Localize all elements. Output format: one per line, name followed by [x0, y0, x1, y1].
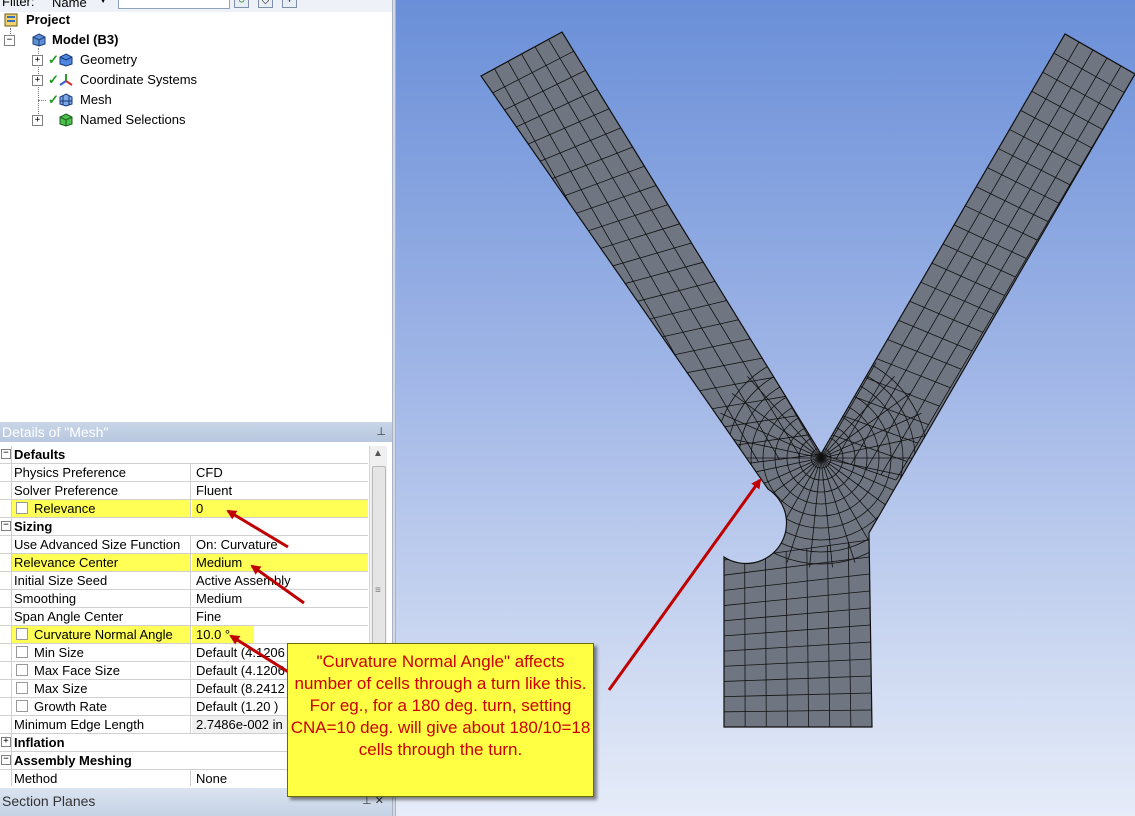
collapse-icon[interactable]: −	[1, 521, 11, 531]
row-label-text: Max Size	[34, 681, 88, 696]
parameter-checkbox[interactable]	[16, 628, 28, 640]
row-label: Relevance	[11, 500, 191, 517]
filter-search-input[interactable]	[118, 0, 230, 9]
row-label: Max Size	[11, 680, 191, 697]
checkmark-icon: ✓	[48, 52, 59, 67]
tree-label-model: Model (B3)	[52, 32, 119, 47]
row-label: Min Size	[11, 644, 191, 661]
checkmark-icon: ✓	[48, 72, 59, 87]
row-label: Relevance Center	[11, 554, 191, 571]
section-defaults[interactable]: − Defaults	[0, 446, 368, 464]
checkmark-icon: ✓	[48, 92, 59, 107]
pin-icon[interactable]: ⊥	[376, 422, 386, 442]
row-value[interactable]: Medium	[192, 554, 368, 571]
grip-icon: ≡	[375, 585, 381, 596]
row-value[interactable]: CFD	[192, 464, 368, 481]
row-label-text: Min Size	[34, 645, 84, 660]
collapse-tree-icon[interactable]: ◇	[258, 0, 273, 8]
expand-icon[interactable]: +	[32, 55, 43, 66]
annotation-callout: "Curvature Normal Angle" affects number …	[287, 643, 594, 797]
parameter-checkbox[interactable]	[16, 700, 28, 712]
row-solver-preference[interactable]: Solver Preference Fluent	[0, 482, 368, 500]
row-label: Growth Rate	[11, 698, 191, 715]
row-value[interactable]: Fine	[192, 608, 368, 625]
row-label: Initial Size Seed	[11, 572, 191, 589]
row-value[interactable]: 10.0 °	[192, 626, 254, 643]
row-label: Use Advanced Size Function	[11, 536, 191, 553]
row-label-text: Growth Rate	[34, 699, 107, 714]
row-label-text: Max Face Size	[34, 663, 120, 678]
row-physics-preference[interactable]: Physics Preference CFD	[0, 464, 368, 482]
row-label: Span Angle Center	[11, 608, 191, 625]
parameter-checkbox[interactable]	[16, 664, 28, 676]
parameter-checkbox[interactable]	[16, 682, 28, 694]
project-icon	[4, 13, 18, 27]
row-smoothing[interactable]: Smoothing Medium	[0, 590, 368, 608]
row-label: Curvature Normal Angle	[11, 626, 191, 643]
parameter-checkbox[interactable]	[16, 502, 28, 514]
row-label: Solver Preference	[11, 482, 191, 499]
row-use-advanced-size-function[interactable]: Use Advanced Size Function On: Curvature	[0, 536, 368, 554]
expand-tree-icon[interactable]: +	[282, 0, 297, 8]
scroll-up-icon[interactable]: ▲	[373, 448, 383, 459]
expand-icon[interactable]: +	[32, 115, 43, 126]
row-value[interactable]: Fluent	[192, 482, 368, 499]
section-label: Assembly Meshing	[11, 752, 311, 769]
geometry-icon	[59, 53, 73, 67]
callout-text: "Curvature Normal Angle" affects number …	[290, 652, 591, 759]
details-title: Details of "Mesh"	[2, 424, 109, 440]
named-selections-icon	[59, 113, 73, 127]
row-label-text: Curvature Normal Angle	[34, 627, 173, 642]
section-label: Sizing	[11, 518, 311, 535]
filter-type-dropdown[interactable]: Name ▼	[52, 0, 110, 10]
row-value[interactable]: 0	[192, 500, 368, 517]
collapse-icon[interactable]: −	[1, 755, 11, 765]
row-label: Minimum Edge Length	[11, 716, 191, 733]
refresh-icon[interactable]: ↻	[234, 0, 249, 8]
row-value[interactable]: Medium	[192, 590, 368, 607]
row-value[interactable]: On: Curvature	[192, 536, 368, 553]
row-label: Method	[11, 770, 191, 786]
row-relevance-center[interactable]: Relevance Center Medium	[0, 554, 368, 572]
parameter-checkbox[interactable]	[16, 646, 28, 658]
section-planes-title: Section Planes	[2, 793, 96, 809]
row-span-angle-center[interactable]: Span Angle Center Fine	[0, 608, 368, 626]
row-label: Smoothing	[11, 590, 191, 607]
expand-icon[interactable]: +	[32, 75, 43, 86]
details-panel-header: Details of "Mesh" ⊥	[0, 422, 392, 442]
tree-label-project: Project	[26, 12, 71, 27]
expand-icon[interactable]: +	[1, 737, 11, 747]
row-label-text: Relevance	[34, 501, 96, 516]
tree-label-coordinate-systems: Coordinate Systems	[80, 72, 198, 87]
tree-label-mesh: Mesh	[80, 92, 112, 107]
filter-label: Filter:	[2, 0, 35, 9]
tree-label-geometry: Geometry	[80, 52, 138, 67]
collapse-icon[interactable]: −	[4, 35, 15, 46]
section-label: Defaults	[11, 446, 311, 463]
row-label: Physics Preference	[11, 464, 191, 481]
mesh-icon	[59, 93, 73, 107]
filter-type-value: Name	[52, 0, 87, 10]
row-value[interactable]: Active Assembly	[192, 572, 368, 589]
row-initial-size-seed[interactable]: Initial Size Seed Active Assembly	[0, 572, 368, 590]
section-sizing[interactable]: − Sizing	[0, 518, 368, 536]
chevron-down-icon: ▼	[98, 0, 108, 6]
section-label: Inflation	[11, 734, 311, 751]
coordinate-systems-icon	[59, 73, 73, 87]
row-label: Max Face Size	[11, 662, 191, 679]
tree-label-named-selections: Named Selections	[80, 112, 186, 127]
row-curvature-normal-angle[interactable]: Curvature Normal Angle 10.0 °	[0, 626, 368, 644]
collapse-icon[interactable]: −	[1, 449, 11, 459]
model-icon	[32, 33, 46, 47]
row-relevance[interactable]: Relevance 0	[0, 500, 368, 518]
